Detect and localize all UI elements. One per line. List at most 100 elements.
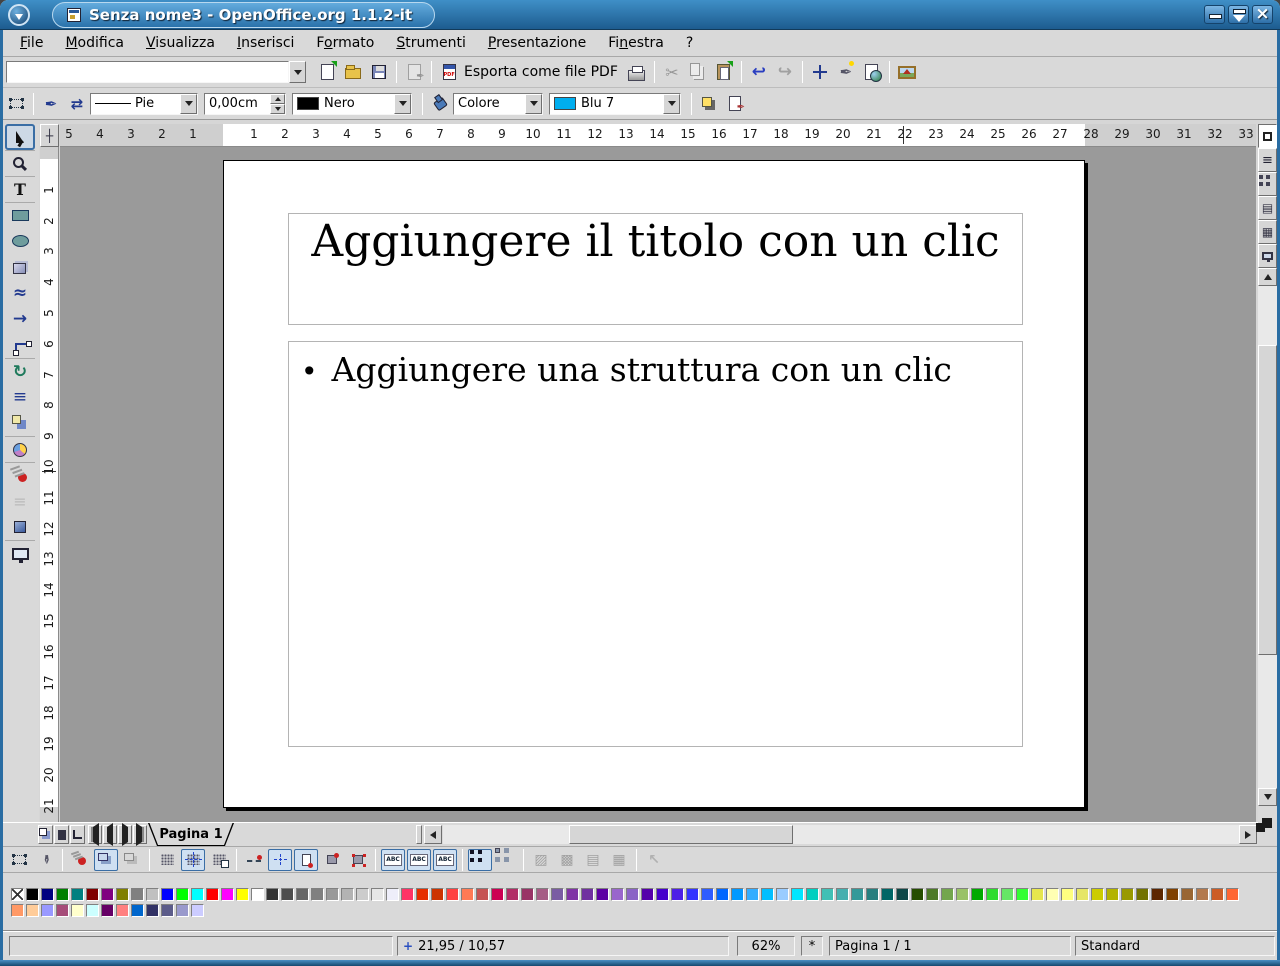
color-swatch[interactable]	[56, 888, 69, 901]
fill-color-select[interactable]: Blu 7	[549, 93, 681, 115]
picture-placeholder-button[interactable]	[529, 849, 553, 871]
layer-mode-button[interactable]	[70, 825, 85, 844]
color-swatch[interactable]	[161, 888, 174, 901]
minimize-button[interactable]	[1204, 5, 1225, 24]
arrow-style-button[interactable]	[64, 92, 90, 116]
color-swatch[interactable]	[326, 888, 339, 901]
color-swatch[interactable]	[1061, 888, 1074, 901]
menu-item-visualizza[interactable]: Visualizza	[135, 31, 226, 55]
paste-button[interactable]	[711, 60, 737, 84]
color-swatch[interactable]	[1151, 888, 1164, 901]
pen-button[interactable]	[38, 92, 64, 116]
status-zoom-field[interactable]: 62%	[737, 936, 795, 956]
color-swatch[interactable]	[386, 888, 399, 901]
color-swatch[interactable]	[206, 888, 219, 901]
color-swatch[interactable]	[506, 888, 519, 901]
scroll-up-button[interactable]	[1258, 268, 1277, 286]
color-swatch[interactable]	[236, 888, 249, 901]
slide-canvas[interactable]: Aggiungere il titolo con un clic •Aggiun…	[60, 147, 1256, 822]
color-swatch[interactable]	[311, 888, 324, 901]
snap-to-grid-button[interactable]	[181, 849, 205, 871]
effects-tool[interactable]	[5, 462, 35, 488]
curve-tool[interactable]	[5, 280, 35, 306]
zoom-tool[interactable]	[5, 150, 35, 176]
alignment-tool[interactable]	[5, 384, 35, 410]
color-swatch[interactable]	[521, 888, 534, 901]
large-handles-button[interactable]	[494, 849, 518, 871]
navigator-button[interactable]	[807, 60, 833, 84]
color-swatch[interactable]	[11, 904, 24, 917]
color-swatch[interactable]	[1211, 888, 1224, 901]
color-swatch[interactable]	[746, 888, 759, 901]
color-swatch[interactable]	[71, 904, 84, 917]
color-swatch[interactable]	[116, 888, 129, 901]
color-swatch[interactable]	[26, 904, 39, 917]
fill-type-select[interactable]: Colore	[453, 93, 543, 115]
color-swatch[interactable]	[251, 888, 264, 901]
rotate-tool[interactable]	[5, 358, 35, 384]
scroll-down-button[interactable]	[1258, 788, 1277, 806]
rectangle-tool[interactable]	[5, 202, 35, 228]
color-swatch[interactable]	[1106, 888, 1119, 901]
color-swatch[interactable]	[941, 888, 954, 901]
outline-view-button[interactable]	[1258, 148, 1277, 172]
export-pdf-button[interactable]	[436, 60, 462, 84]
styles-button[interactable]	[722, 92, 748, 116]
color-swatch[interactable]	[986, 888, 999, 901]
handout-view-button[interactable]	[1258, 220, 1277, 244]
arrange-tool[interactable]	[5, 410, 35, 436]
color-swatch[interactable]	[161, 904, 174, 917]
line-width-spinner[interactable]: 0,00cm	[204, 93, 286, 115]
color-swatch[interactable]	[1046, 888, 1059, 901]
color-swatch[interactable]	[566, 888, 579, 901]
slides-view-button[interactable]	[1258, 172, 1277, 196]
quick-edit-button[interactable]	[381, 849, 405, 871]
spin-up-button[interactable]	[270, 94, 285, 104]
color-swatch[interactable]	[146, 904, 159, 917]
close-button[interactable]	[1252, 5, 1273, 24]
page-mode-button[interactable]	[38, 825, 53, 844]
color-swatch[interactable]	[491, 888, 504, 901]
presentation-tool[interactable]	[5, 540, 35, 566]
outline-placeholder[interactable]: •Aggiungere una struttura con un clic	[288, 341, 1023, 747]
color-swatch[interactable]	[116, 904, 129, 917]
color-swatch[interactable]	[1226, 888, 1239, 901]
fill-button[interactable]	[427, 92, 453, 116]
menu-item-formato[interactable]: Formato	[305, 31, 385, 55]
color-swatch[interactable]	[851, 888, 864, 901]
snap-to-snap-lines-button[interactable]	[268, 849, 292, 871]
color-swatch[interactable]	[1001, 888, 1014, 901]
master-mode-button[interactable]	[54, 825, 69, 844]
snap-to-object-border-button[interactable]	[320, 849, 344, 871]
line-color-select[interactable]: Nero	[292, 93, 412, 115]
menu-item-file[interactable]: File	[9, 31, 54, 55]
contour-mode-button[interactable]	[555, 849, 579, 871]
lines-arrows-tool[interactable]	[5, 306, 35, 332]
interaction-button[interactable]	[94, 849, 118, 871]
color-swatch[interactable]	[761, 888, 774, 901]
color-swatch[interactable]	[626, 888, 639, 901]
line-contour-button[interactable]	[607, 849, 631, 871]
color-swatch[interactable]	[446, 888, 459, 901]
window-menu-button[interactable]	[8, 4, 30, 26]
color-swatch[interactable]	[896, 888, 909, 901]
color-swatch[interactable]	[101, 888, 114, 901]
color-swatch[interactable]	[371, 888, 384, 901]
maximize-button[interactable]	[1228, 5, 1249, 24]
menu-item-finestra[interactable]: Finestra	[597, 31, 675, 55]
vertical-scrollbar-thumb[interactable]	[1258, 345, 1277, 655]
redo-button[interactable]	[772, 60, 798, 84]
3d-controller-tool[interactable]	[5, 514, 35, 540]
ellipse-tool[interactable]	[5, 228, 35, 254]
color-swatch[interactable]	[1196, 888, 1209, 901]
color-swatch[interactable]	[641, 888, 654, 901]
menu-item-presentazione[interactable]: Presentazione	[477, 31, 597, 55]
edit-file-button[interactable]	[401, 60, 427, 84]
show-grid-button[interactable]	[155, 849, 179, 871]
spin-down-button[interactable]	[270, 104, 285, 114]
color-swatch[interactable]	[596, 888, 609, 901]
select-tool[interactable]	[5, 124, 35, 150]
color-swatch[interactable]	[836, 888, 849, 901]
color-swatch[interactable]	[686, 888, 699, 901]
simple-handles-button[interactable]	[468, 849, 492, 871]
